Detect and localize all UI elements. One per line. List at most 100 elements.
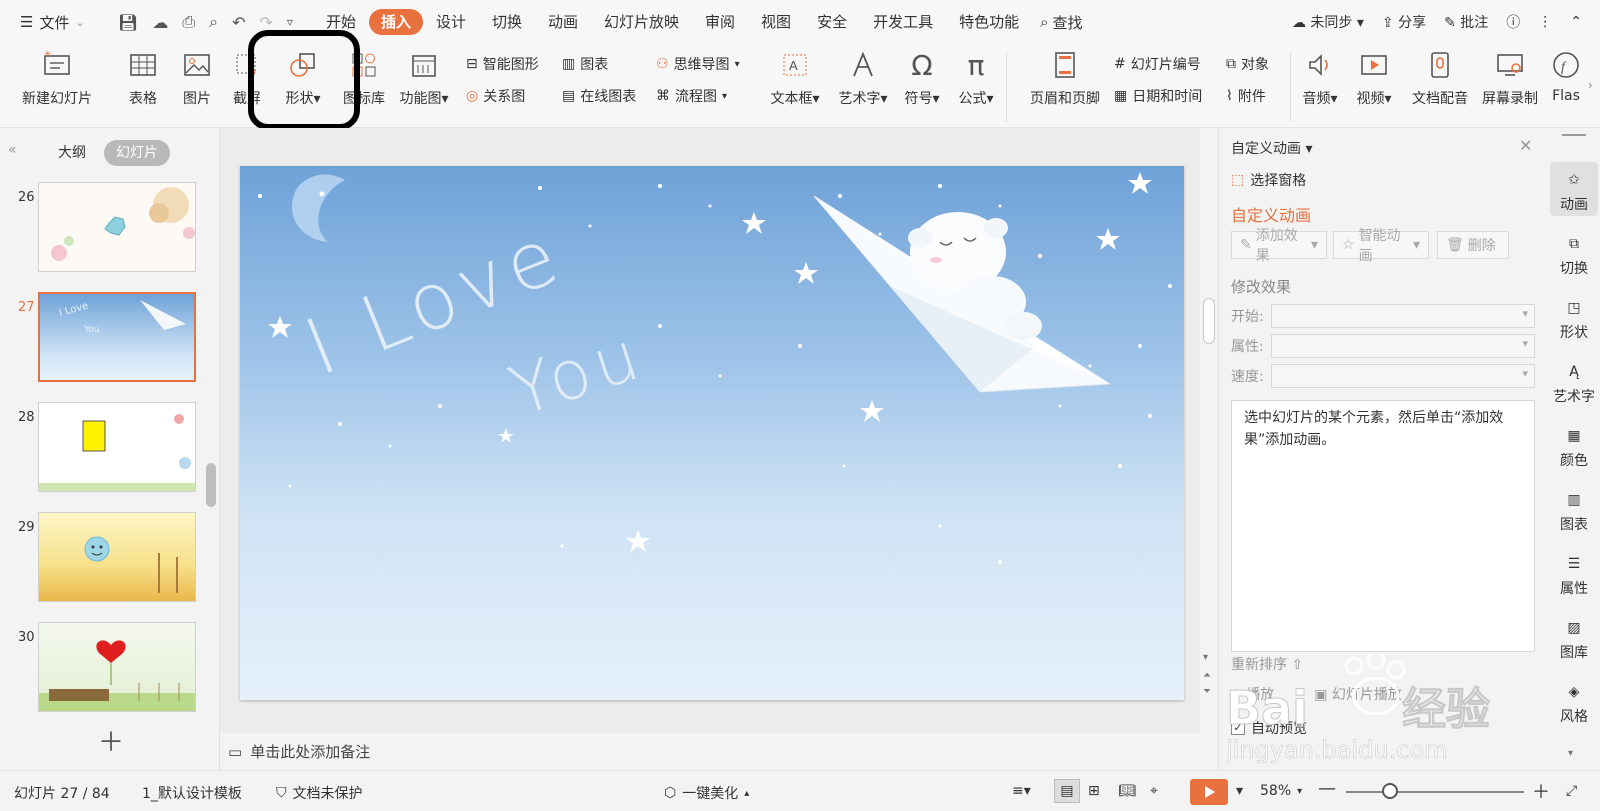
tab-review[interactable]: 审阅 xyxy=(692,9,748,35)
help-icon[interactable]: ⓘ xyxy=(1506,12,1520,32)
doc-protect-status[interactable]: ⛉ 文档未保护 xyxy=(276,783,363,803)
close-icon[interactable]: ✕ xyxy=(1519,136,1532,155)
print-icon[interactable]: ⎙ xyxy=(182,12,195,32)
notes-toggle-icon[interactable]: ≡▾ xyxy=(1012,783,1031,799)
zoom-slider-handle[interactable] xyxy=(1382,783,1398,799)
fit-window-icon[interactable]: ⤢ xyxy=(1566,783,1577,799)
add-slide-button[interactable]: ＋ xyxy=(98,722,124,759)
side-tool-style[interactable]: ◈ 风格 xyxy=(1550,678,1598,726)
side-tool-transition[interactable]: ⧉ 切换 xyxy=(1550,230,1598,278)
search-button[interactable]: ⌕ 查找 xyxy=(1040,12,1082,33)
tab-slideshow[interactable]: 幻灯片放映 xyxy=(591,9,692,35)
one-click-beautify-button[interactable]: ⬡ 一键美化 ▴ xyxy=(664,783,749,803)
slide-thumbnail[interactable] xyxy=(38,402,196,492)
collapse-panel-icon[interactable]: « xyxy=(8,142,17,158)
scroll-down-icon[interactable]: ▾ xyxy=(1203,652,1208,663)
flow-chart-button[interactable]: ⌘ 流程图 ▾ xyxy=(656,86,727,106)
zoom-out-button[interactable]: — xyxy=(1318,778,1336,799)
normal-view-icon[interactable]: ▤ xyxy=(1054,779,1080,803)
table-button[interactable]: 表格 xyxy=(118,48,168,108)
new-slide-button[interactable]: ✳ 新建幻灯片 xyxy=(12,48,102,108)
side-tool-color[interactable]: ▦ 颜色 xyxy=(1550,422,1598,470)
smart-animation-button[interactable]: ☆ 智能动画 ▾ xyxy=(1333,228,1429,264)
share-button[interactable]: ⇪ 分享 xyxy=(1382,12,1426,32)
comment-button[interactable]: ✎ 批注 xyxy=(1444,12,1488,32)
tab-outline[interactable]: 大纲 xyxy=(46,140,98,166)
tab-slides[interactable]: 幻灯片 xyxy=(104,140,170,166)
slide-editor[interactable]: I Love You xyxy=(240,166,1184,700)
tab-design[interactable]: 设计 xyxy=(423,9,479,35)
reading-view-icon[interactable]: 📖︎ xyxy=(1118,783,1136,799)
tab-developer[interactable]: 开发工具 xyxy=(860,9,946,35)
function-chart-button[interactable]: 功能图▾ xyxy=(396,48,452,108)
slide-thumbnail-active[interactable]: I Love You xyxy=(38,292,196,382)
select-pane-button[interactable]: ⬚ 选择窗格 xyxy=(1231,170,1306,190)
online-chart-button[interactable]: ▤ 在线图表 xyxy=(562,86,636,106)
slide-number-button[interactable]: # 幻灯片编号 xyxy=(1114,54,1201,74)
attachment-button[interactable]: ⌇ 附件 xyxy=(1226,86,1266,106)
audio-button[interactable]: 音频▾ xyxy=(1296,48,1344,108)
side-toolbar-expand-icon[interactable]: ▾ xyxy=(1568,748,1573,759)
next-slide-icon[interactable]: ⏷ xyxy=(1203,686,1211,697)
file-menu[interactable]: ☰ 文件 ⌄ xyxy=(0,12,104,33)
panel-title-dropdown[interactable]: 自定义动画 ▾ xyxy=(1231,138,1312,158)
speed-select[interactable] xyxy=(1271,364,1535,388)
tab-features[interactable]: 特色功能 xyxy=(946,9,1032,35)
cloud-icon[interactable]: ☁︎ xyxy=(152,13,168,32)
delete-button[interactable]: 🗑︎ 删除 xyxy=(1437,231,1509,259)
arrow-up-icon[interactable]: ⇧ xyxy=(1291,657,1303,673)
presenter-view-icon[interactable]: ⌖ xyxy=(1150,783,1158,799)
tab-animation[interactable]: 动画 xyxy=(535,9,591,35)
tab-view[interactable]: 视图 xyxy=(748,9,804,35)
date-time-button[interactable]: ▦ 日期和时间 xyxy=(1114,86,1202,106)
doc-voiceover-button[interactable]: 文档配音 xyxy=(1408,48,1472,108)
animation-list[interactable]: 选中幻灯片的某个元素，然后单击“添加效果”添加动画。 xyxy=(1231,400,1535,652)
print-preview-icon[interactable]: ⌕ xyxy=(209,12,218,32)
tab-transition[interactable]: 切换 xyxy=(479,9,535,35)
mind-map-button[interactable]: ⚇ 思维导图 ▾ xyxy=(656,54,740,74)
screen-record-button[interactable]: 屏幕录制 xyxy=(1478,48,1542,108)
picture-button[interactable]: 图片 xyxy=(172,48,222,108)
side-tool-chart[interactable]: ▥ 图表 xyxy=(1550,486,1598,534)
side-tool-gallery[interactable]: ▨ 图库 xyxy=(1550,614,1598,662)
zoom-slider-track[interactable] xyxy=(1346,791,1524,793)
video-button[interactable]: 视频▾ xyxy=(1350,48,1398,108)
side-tool-animation[interactable]: ✩ 动画 xyxy=(1550,162,1598,216)
symbol-button[interactable]: Ω 符号▾ xyxy=(900,48,944,108)
template-name[interactable]: 1_默认设计模板 xyxy=(142,783,242,803)
slide-thumbnail[interactable] xyxy=(38,512,196,602)
undo-icon[interactable]: ↶ xyxy=(232,13,245,32)
tab-home[interactable]: 开始 xyxy=(313,9,369,35)
add-effect-button[interactable]: ✎ 添加效果 ▾ xyxy=(1231,228,1327,264)
canvas-scrollbar[interactable]: ▾ ⏶ ⏷ xyxy=(1203,140,1215,720)
screenshot-button[interactable]: 截屏 xyxy=(224,48,270,108)
slide-sorter-view-icon[interactable]: ⊞ xyxy=(1088,783,1100,799)
start-select[interactable] xyxy=(1271,304,1535,328)
smart-art-button[interactable]: ⊟ 智能图形 xyxy=(466,54,539,74)
save-icon[interactable]: 💾︎ xyxy=(118,13,138,32)
formula-button[interactable]: π 公式▾ xyxy=(954,48,998,108)
text-box-button[interactable]: A 文本框▾ xyxy=(766,48,824,108)
auto-preview-checkbox[interactable]: ✓ 自动预览 xyxy=(1231,718,1307,738)
play-options-icon[interactable]: ▾ xyxy=(1236,783,1243,799)
more-icon[interactable]: ▿ xyxy=(287,15,293,29)
prev-slide-icon[interactable]: ⏶ xyxy=(1203,670,1211,681)
play-button[interactable]: ▶ 播放 xyxy=(1231,684,1274,704)
slideshow-button[interactable]: ▣ 幻灯片播放 xyxy=(1314,684,1402,704)
tab-security[interactable]: 安全 xyxy=(804,9,860,35)
side-tool-shape[interactable]: ◳ 形状 xyxy=(1550,294,1598,342)
zoom-level[interactable]: 58% ▾ xyxy=(1260,783,1302,799)
play-slideshow-button[interactable] xyxy=(1190,779,1228,805)
flash-button[interactable]: f Flas xyxy=(1546,48,1586,104)
shape-button[interactable]: 形状▾ xyxy=(278,48,328,108)
side-tool-properties[interactable]: ☰ 属性 xyxy=(1550,550,1598,598)
property-select[interactable] xyxy=(1271,334,1535,358)
object-button[interactable]: ⧉ 对象 xyxy=(1226,54,1269,74)
slides-panel-scrollbar[interactable] xyxy=(206,463,216,507)
notes-area[interactable]: ▭ 单击此处添加备注 xyxy=(220,733,1200,770)
side-tool-wordart[interactable]: Ą 艺术字 xyxy=(1550,358,1598,406)
relation-chart-button[interactable]: ◎ 关系图 xyxy=(466,86,525,106)
collapse-ribbon-icon[interactable]: ⌃ xyxy=(1570,14,1582,30)
ribbon-scroll-right-icon[interactable]: › xyxy=(1588,78,1593,92)
zoom-in-button[interactable]: ＋ xyxy=(1532,778,1550,804)
